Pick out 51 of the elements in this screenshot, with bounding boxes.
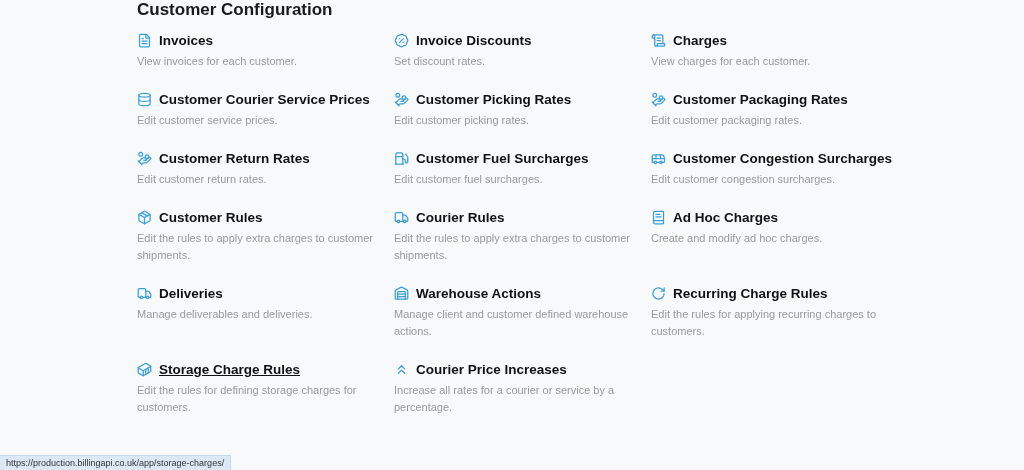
- config-description: Manage deliverables and deliveries.: [137, 307, 314, 322]
- refresh-icon: [651, 285, 666, 301]
- config-description: Edit customer fuel surcharges.: [394, 172, 544, 187]
- hand-coins-icon: [137, 150, 152, 166]
- fuel-pump-icon: [394, 150, 409, 166]
- coin-stack-icon: [137, 91, 152, 107]
- book-icon: [651, 209, 666, 225]
- config-link[interactable]: Storage Charge Rules: [159, 361, 301, 377]
- config-link[interactable]: Customer Courier Service Prices: [159, 91, 370, 107]
- warehouse-icon: [394, 285, 409, 301]
- config-description: Edit the rules for defining storage charges for customers.: [137, 383, 358, 415]
- truck-icon: [137, 285, 152, 301]
- config-description: Increase all rates for a courier or service by a percentage.: [394, 383, 616, 415]
- config-link[interactable]: Customer Return Rates: [159, 150, 310, 166]
- config-link[interactable]: Customer Picking Rates: [416, 91, 572, 107]
- config-description: Edit the rules to apply extra charges to customer shipments.: [137, 231, 374, 263]
- document-icon: [137, 32, 152, 48]
- config-description: Edit customer picking rates.: [394, 113, 531, 128]
- config-description: Edit the rules for applying recurring charges to customers.: [651, 307, 877, 339]
- config-description: Edit customer congestion surcharges.: [651, 172, 837, 187]
- config-description: Set discount rates.: [394, 54, 487, 69]
- list-icon: [651, 32, 666, 48]
- config-description: Edit customer packaging rates.: [651, 113, 804, 128]
- config-link[interactable]: Invoice Discounts: [416, 32, 532, 48]
- config-link[interactable]: Ad Hoc Charges: [673, 209, 779, 225]
- section-title: Customer Configuration: [137, 0, 334, 20]
- truck-icon: [394, 209, 409, 225]
- config-description: View charges for each customer.: [651, 54, 812, 69]
- config-description: Edit the rules to apply extra charges to customer shipments.: [394, 231, 631, 263]
- hand-coins-icon: [394, 91, 409, 107]
- config-description: Manage client and customer defined warehouse actions.: [394, 307, 630, 339]
- config-link[interactable]: Charges: [673, 32, 728, 48]
- container-icon: [137, 361, 152, 377]
- config-description: View invoices for each customer.: [137, 54, 298, 69]
- config-link[interactable]: Customer Rules: [159, 209, 263, 225]
- config-description: Edit customer return rates.: [137, 172, 268, 187]
- config-link[interactable]: Courier Rules: [416, 209, 505, 225]
- config-link[interactable]: Invoices: [159, 32, 214, 48]
- percent-badge-icon: [394, 32, 409, 48]
- config-link[interactable]: Warehouse Actions: [416, 285, 542, 301]
- status-bar-url: https://production.billingapi.co.uk/app/storage-charges/: [0, 455, 232, 470]
- config-description: Edit customer service prices.: [137, 113, 279, 128]
- box-icon: [137, 209, 152, 225]
- config-link[interactable]: Customer Packaging Rates: [673, 91, 848, 107]
- config-description: Create and modify ad hoc charges.: [651, 231, 824, 246]
- config-link[interactable]: Courier Price Increases: [416, 361, 567, 377]
- hand-coins-icon: [651, 91, 666, 107]
- config-link[interactable]: Recurring Charge Rules: [673, 285, 828, 301]
- config-link[interactable]: Customer Fuel Surcharges: [416, 150, 589, 166]
- config-link[interactable]: Deliveries: [159, 285, 223, 301]
- config-link[interactable]: Customer Congestion Surcharges: [673, 150, 893, 166]
